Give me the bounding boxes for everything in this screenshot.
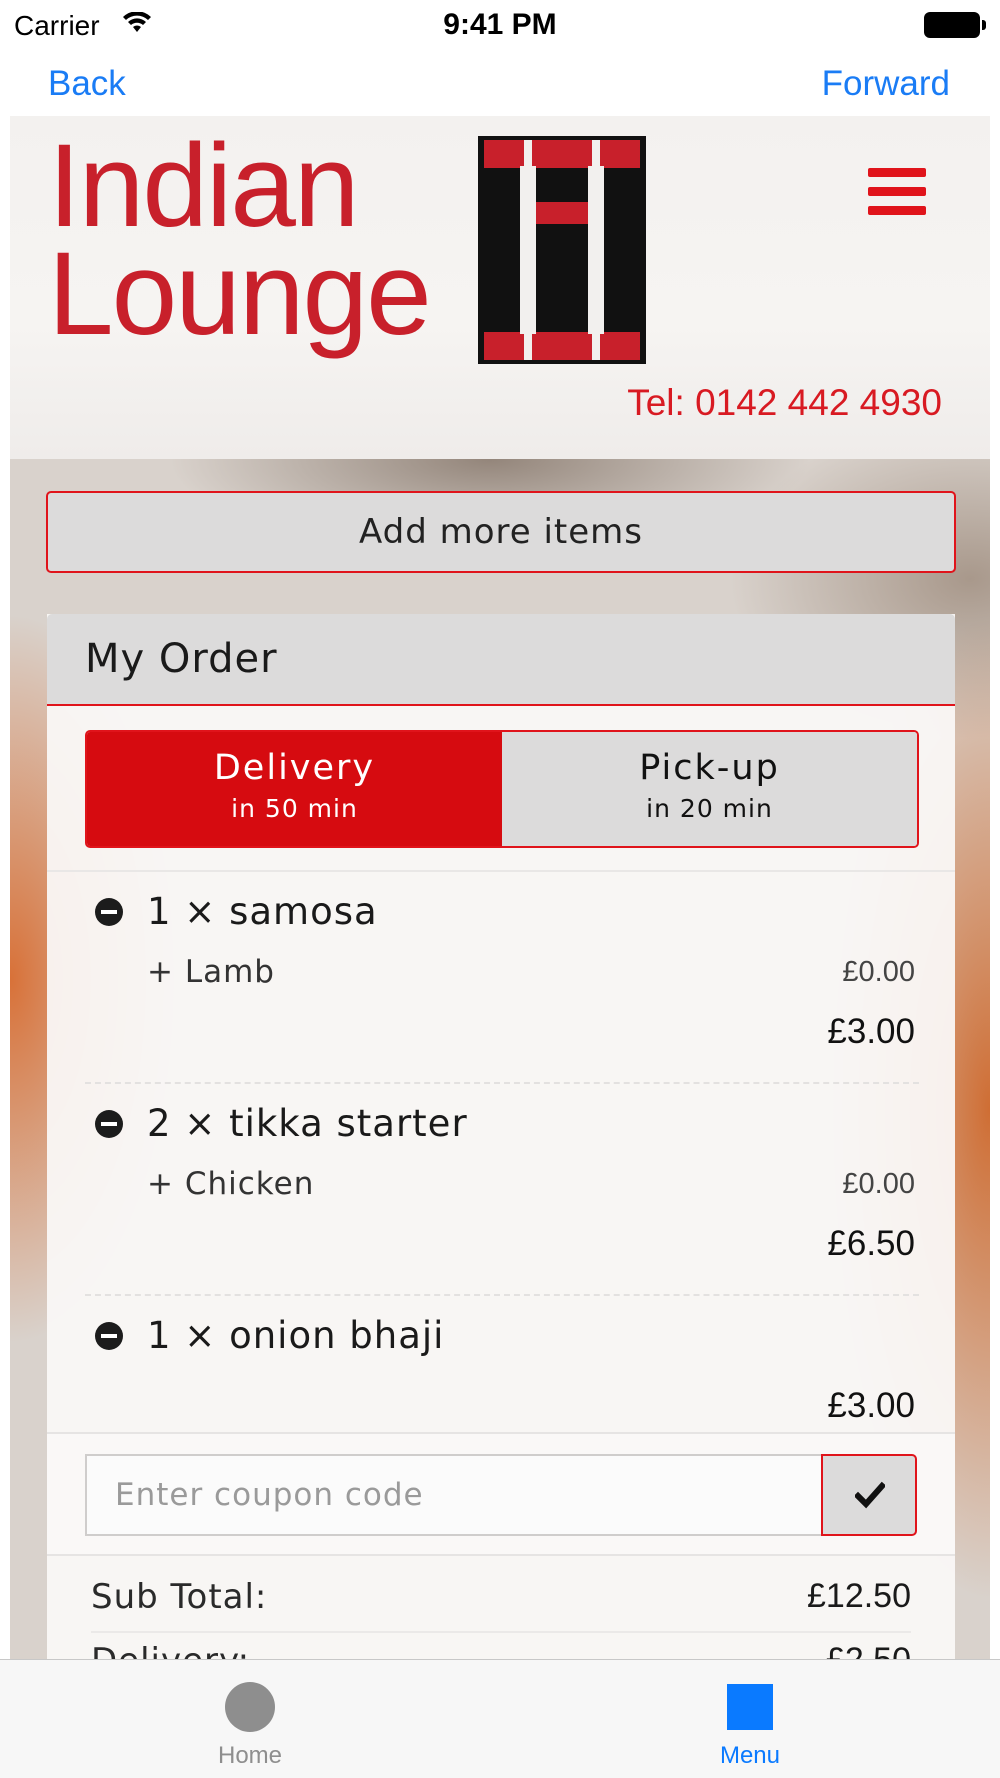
web-view: Indian Lounge Tel: 0142 442 4930 Add mor… — [10, 116, 990, 1659]
delivery-fee-row: Delivery: £2.50 — [91, 1633, 911, 1659]
order-title: My Order — [85, 636, 278, 682]
item-option: + Lamb — [147, 954, 275, 990]
item-name: tikka starter — [229, 1102, 468, 1145]
remove-item-icon[interactable] — [95, 1110, 123, 1138]
item-qty: 2 — [147, 1102, 172, 1145]
add-more-items-button[interactable]: Add more items — [46, 491, 956, 573]
order-item: 1 × onion bhaji £3.00 — [47, 1296, 955, 1432]
tab-menu-label: Menu — [719, 1742, 781, 1769]
delivery-fee-label: Delivery: — [91, 1641, 250, 1659]
pickup-option[interactable]: Pick-up in 20 min — [502, 732, 917, 846]
order-header: My Order — [47, 614, 955, 706]
phone-number[interactable]: Tel: 0142 442 4930 — [627, 382, 942, 424]
item-qty: 1 — [147, 1314, 172, 1357]
hamburger-menu-icon[interactable] — [868, 168, 926, 216]
delivery-label: Delivery — [213, 748, 376, 788]
item-price: £3.00 — [827, 1386, 915, 1425]
status-time: 9:41 PM — [443, 8, 557, 41]
apply-coupon-button[interactable] — [821, 1454, 917, 1536]
order-item: 2 × tikka starter + Chicken £0.00 £6.50 — [47, 1084, 955, 1296]
back-button[interactable]: Back — [48, 64, 126, 104]
coupon-code-input[interactable] — [85, 1454, 825, 1536]
menu-tab-icon — [727, 1684, 773, 1730]
logo-mark-icon — [478, 136, 646, 364]
tab-home[interactable]: Home — [0, 1660, 500, 1778]
forward-button[interactable]: Forward — [822, 64, 950, 104]
item-name: onion bhaji — [229, 1314, 445, 1357]
item-name: samosa — [229, 890, 378, 933]
coupon-section — [47, 1432, 955, 1556]
subtotal-value: £12.50 — [807, 1577, 911, 1615]
item-title: 1 × onion bhaji — [147, 1314, 445, 1357]
remove-item-icon[interactable] — [95, 1322, 123, 1350]
item-option-price: £0.00 — [842, 956, 915, 988]
item-price: £6.50 — [827, 1224, 915, 1263]
tab-home-label: Home — [217, 1742, 283, 1769]
delivery-mode-toggle: Delivery in 50 min Pick-up in 20 min — [85, 730, 919, 848]
order-item: 1 × samosa + Lamb £0.00 £3.00 — [47, 872, 955, 1084]
item-option: + Chicken — [147, 1166, 315, 1202]
tab-bar: Home Menu — [0, 1659, 1000, 1778]
home-tab-icon — [225, 1682, 275, 1732]
logo-line-1: Indian — [48, 120, 360, 252]
pickup-label: Pick-up — [639, 748, 780, 788]
item-title: 2 × tikka starter — [147, 1102, 468, 1145]
order-content: Add more items My Order Delivery in 50 m… — [10, 459, 990, 1659]
battery-icon — [924, 12, 986, 38]
navigation-bar: Back Forward — [0, 50, 1000, 116]
item-title: 1 × samosa — [147, 890, 378, 933]
remove-item-icon[interactable] — [95, 898, 123, 926]
logo-line-2: Lounge — [48, 228, 432, 360]
order-items-list: 1 × samosa + Lamb £0.00 £3.00 2 × tikka … — [47, 872, 955, 1432]
restaurant-logo-text[interactable]: Indian Lounge — [48, 120, 432, 360]
tab-menu[interactable]: Menu — [500, 1660, 1000, 1778]
status-bar: Carrier 9:41 PM — [0, 0, 1000, 50]
pickup-time: in 20 min — [646, 794, 773, 823]
item-option-price: £0.00 — [842, 1168, 915, 1200]
site-header: Indian Lounge Tel: 0142 442 4930 — [10, 116, 990, 459]
checkmark-icon — [855, 1481, 885, 1509]
subtotal-label: Sub Total: — [91, 1577, 268, 1617]
item-qty: 1 — [147, 890, 172, 933]
delivery-fee-value: £2.50 — [826, 1641, 911, 1659]
subtotal-row: Sub Total: £12.50 — [91, 1569, 911, 1633]
delivery-time: in 50 min — [231, 794, 358, 823]
item-price: £3.00 — [827, 1012, 915, 1051]
my-order-panel: My Order Delivery in 50 min Pick-up in 2… — [47, 614, 955, 1659]
delivery-option[interactable]: Delivery in 50 min — [87, 732, 502, 846]
